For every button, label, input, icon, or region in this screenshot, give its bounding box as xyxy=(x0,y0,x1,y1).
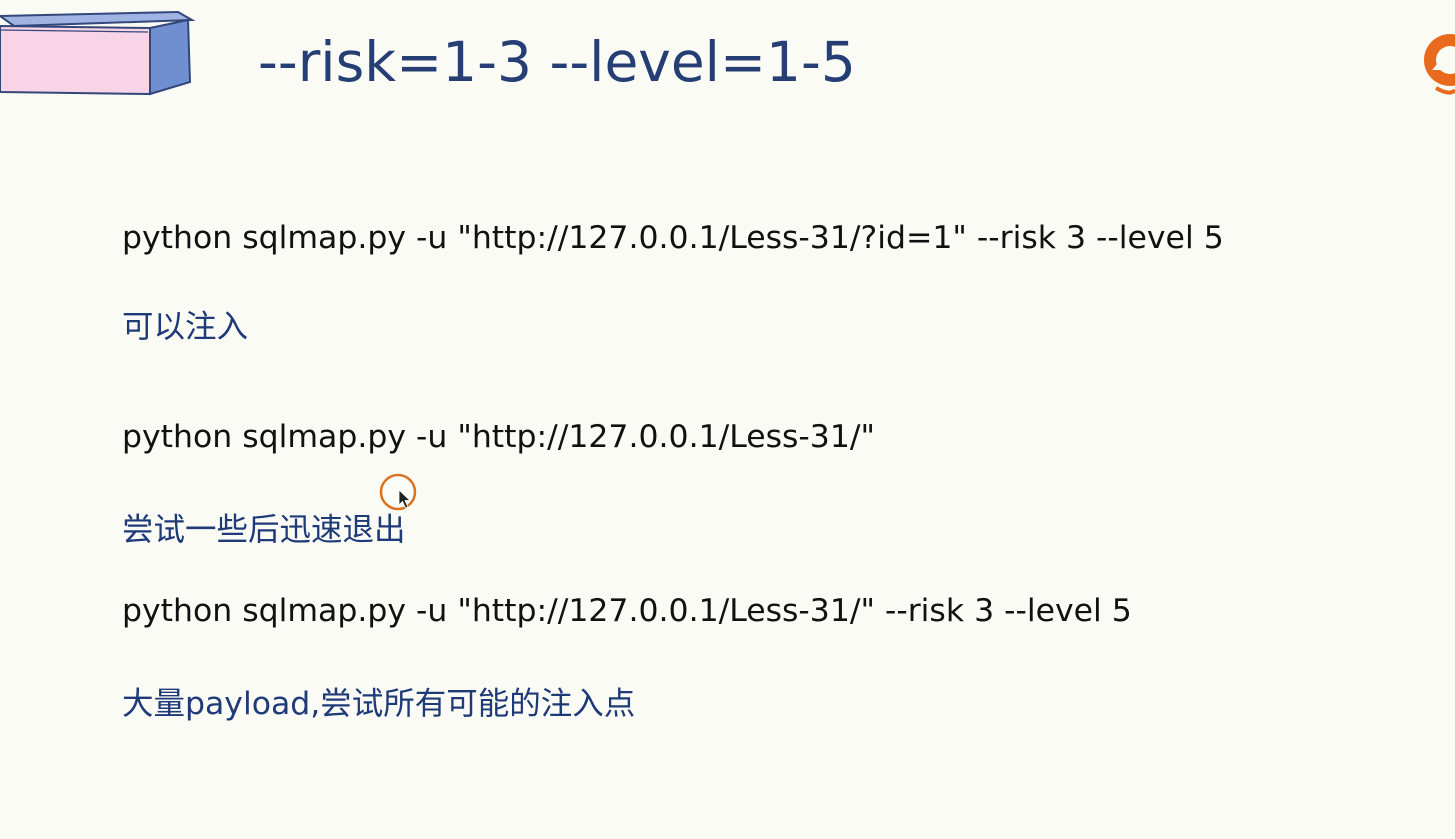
command-line: python sqlmap.py -u "http://127.0.0.1/Le… xyxy=(122,220,1224,256)
slide: --risk=1-3 --level=1-5 python sqlmap.py … xyxy=(0,0,1455,839)
command-line: python sqlmap.py -u "http://127.0.0.1/Le… xyxy=(122,593,1132,629)
note-text: 可以注入 xyxy=(122,309,249,345)
note-text: 大量payload,尝试所有可能的注入点 xyxy=(122,686,636,722)
header-box-icon xyxy=(0,10,196,96)
command-line: python sqlmap.py -u "http://127.0.0.1/Le… xyxy=(122,419,875,455)
slide-title: --risk=1-3 --level=1-5 xyxy=(258,30,856,94)
note-text: 尝试一些后迅速退出 xyxy=(122,512,406,548)
logo-icon xyxy=(1424,34,1455,95)
mouse-cursor-icon xyxy=(379,473,417,511)
